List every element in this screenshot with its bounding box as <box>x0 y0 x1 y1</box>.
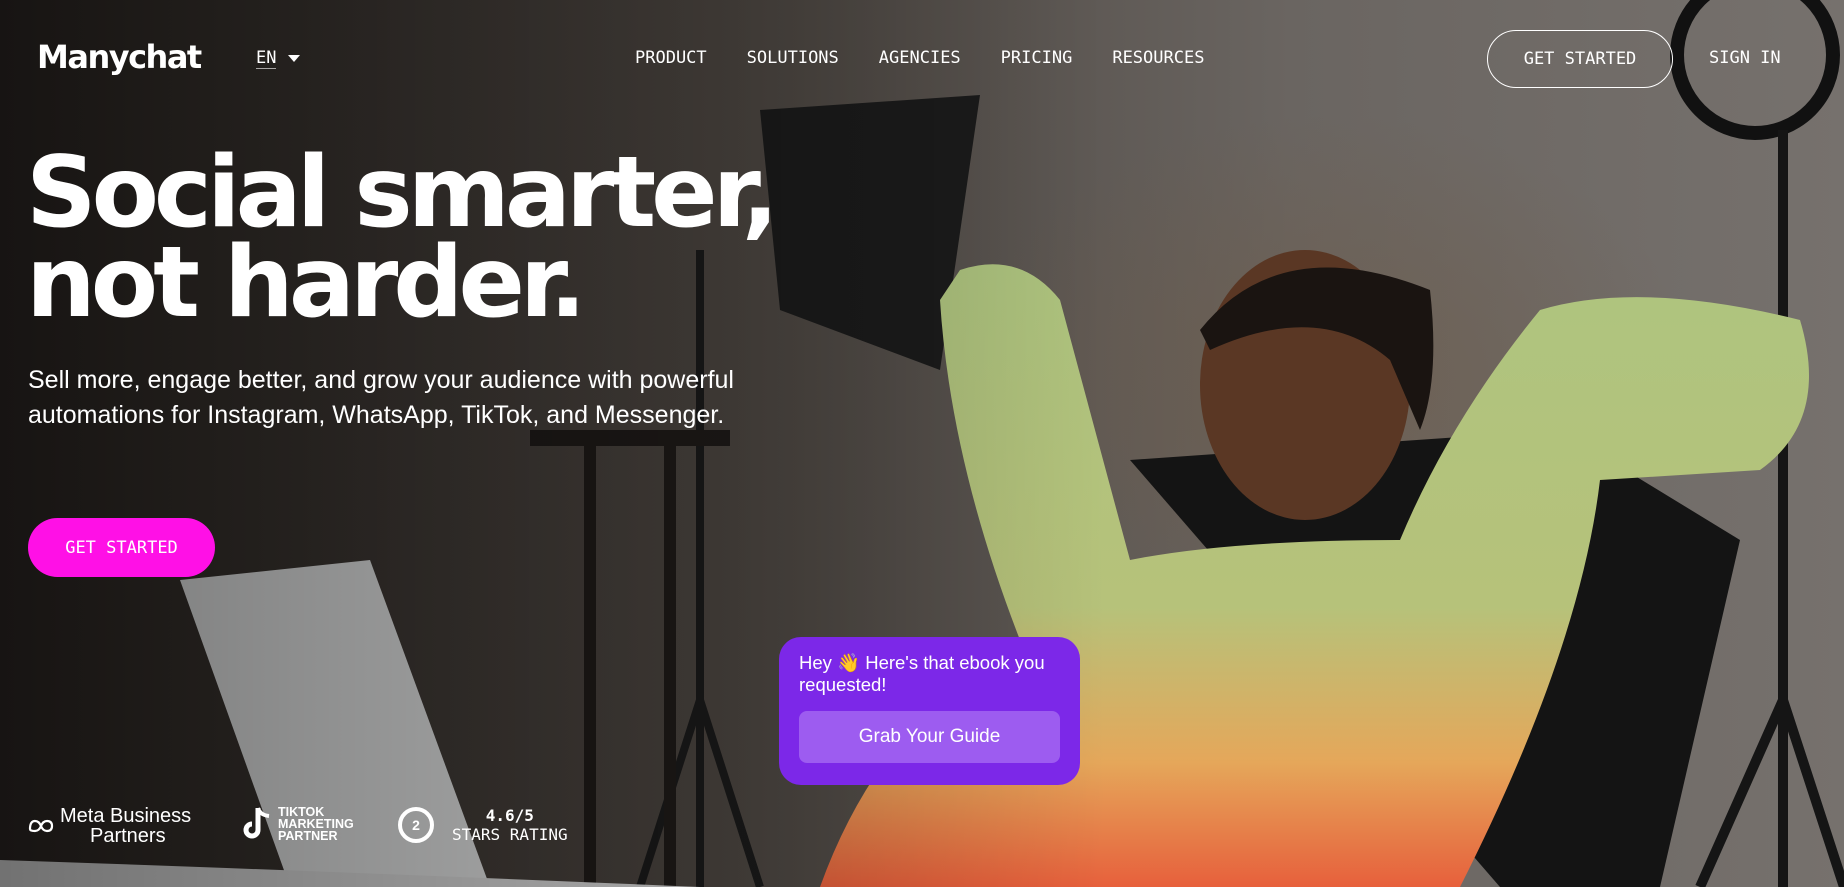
tiktok-marketing-partner-badge: TIKTOK MARKETING PARTNER <box>242 806 368 842</box>
nav-solutions[interactable]: SOLUTIONS <box>747 48 839 68</box>
chat-message-card: Hey 👋 Here's that ebook you requested! G… <box>779 637 1080 785</box>
hero-subtitle: Sell more, engage better, and grow your … <box>28 366 734 429</box>
meta-label-line-2: Partners <box>90 825 166 847</box>
rating-label: STARS RATING <box>452 825 568 844</box>
hero-title: Social smarter, not harder. <box>26 144 779 332</box>
nav-resources[interactable]: RESOURCES <box>1112 48 1204 68</box>
chat-message-text: Hey 👋 Here's that ebook you requested! <box>799 652 1045 695</box>
grab-your-guide-button[interactable]: Grab Your Guide <box>799 711 1060 763</box>
nav-pricing[interactable]: PRICING <box>1001 48 1073 68</box>
nav-agencies[interactable]: AGENCIES <box>879 48 961 68</box>
nav-product[interactable]: PRODUCT <box>635 48 707 68</box>
g2-rating-badge: 2 4.6/5 STARS RATING <box>398 806 568 844</box>
chevron-down-icon <box>288 55 301 62</box>
rating-value: 4.6/5 <box>485 806 534 825</box>
main-nav: PRODUCT SOLUTIONS AGENCIES PRICING RESOU… <box>635 48 1204 68</box>
g2-logo-icon: 2 <box>398 807 434 843</box>
meta-label-line-1: Meta Business <box>60 805 192 827</box>
language-label: EN <box>256 48 277 69</box>
meta-business-partners-badge: Meta Business Partners <box>28 806 191 846</box>
hero-get-started-button[interactable]: GET STARTED <box>28 518 215 577</box>
language-selector[interactable]: EN <box>256 48 301 69</box>
sign-in-link[interactable]: SIGN IN <box>1709 48 1781 68</box>
manychat-logo[interactable]: Manychat <box>37 38 202 76</box>
header-get-started-button[interactable]: GET STARTED <box>1487 30 1673 88</box>
hero-title-line-2: not harder. <box>26 226 586 340</box>
tiktok-label-line-3: PARTNER <box>278 829 338 843</box>
g2-logo-text: 2 <box>412 817 420 833</box>
tiktok-icon <box>243 807 270 839</box>
